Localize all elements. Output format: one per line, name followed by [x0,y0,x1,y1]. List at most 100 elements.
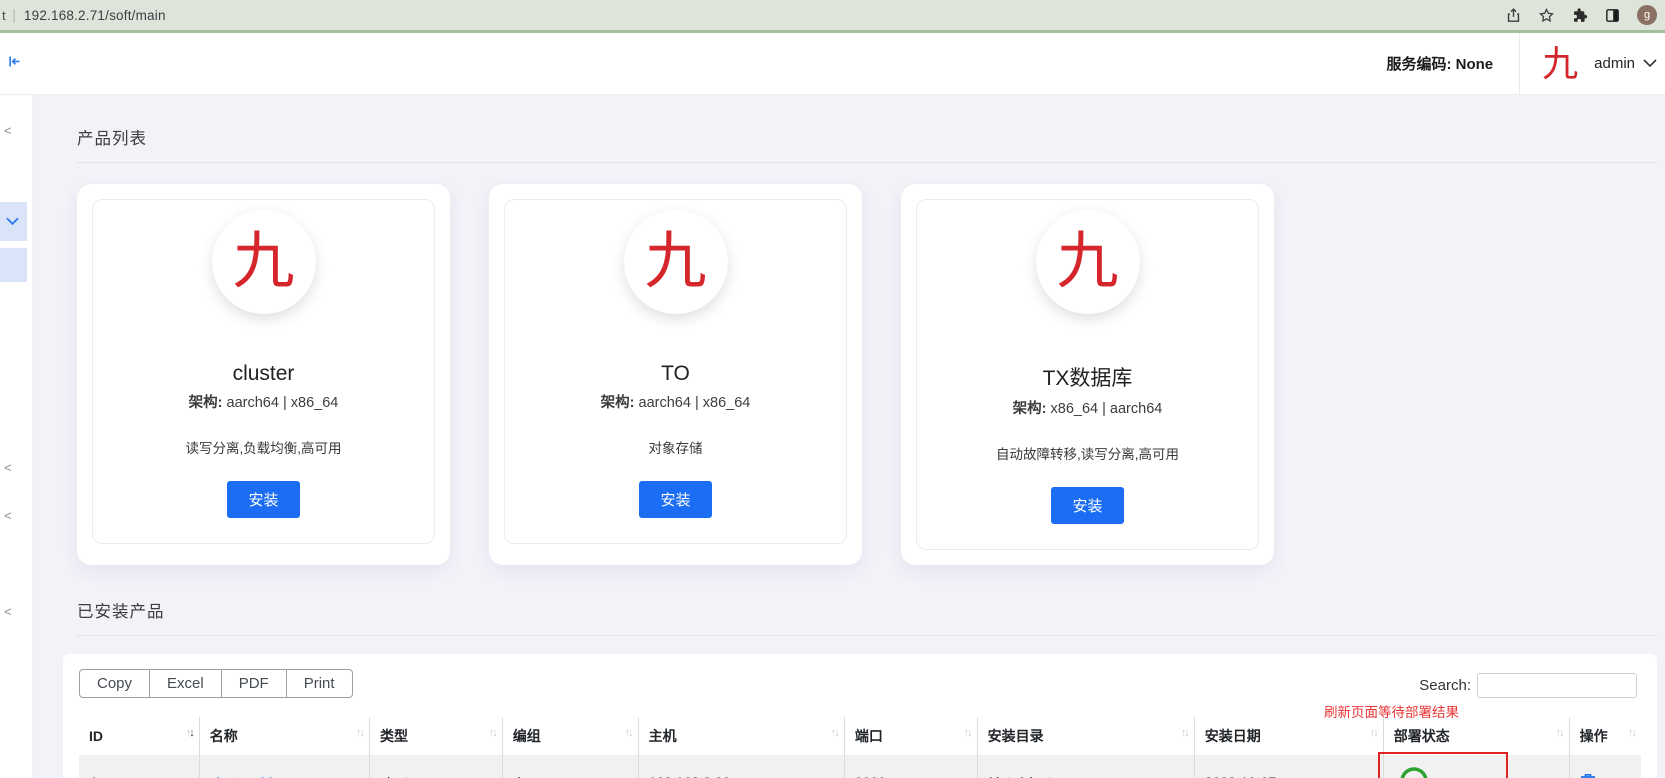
install-button[interactable]: 安装 [639,481,712,518]
cell-install-date: 2023-10-07 [1194,755,1384,778]
cell-host: 192.168.2.30 [638,755,845,778]
installed-section-title: 已安装产品 [77,603,165,621]
main-content: 产品列表 九 cluster 架构: aarch64 | x86_64 读写分离… [33,95,1665,778]
table-row: 4 cluster_30 cluster dev 192.168.2.30 99… [79,752,1641,778]
cell-port: 9999 [844,755,978,778]
product-arch: 架构: x86_64 | aarch64 [929,397,1246,418]
column-header-type[interactable]: 类型 ↑↓ [369,717,503,755]
app-header: 服务编码: None 九 admin [0,32,1665,95]
sort-icon[interactable]: ↑↓ [831,727,840,739]
sidebar-item-chevron-3[interactable]: < [4,508,12,523]
service-code-label: 服务编码: None [1386,56,1494,73]
cell-type: cluster [369,755,503,778]
product-logo-circle: 九 [1035,210,1140,314]
brand-logo: 九 [644,227,707,296]
column-header-install-dir[interactable]: 安装目录 ↑↓ [977,717,1195,755]
tab-fragment: t [2,7,6,23]
pdf-button[interactable]: PDF [221,669,287,698]
user-menu-label[interactable]: admin [1594,55,1635,72]
product-name: cluster [232,362,295,385]
loading-spinner-icon [1398,765,1430,778]
product-logo-circle: 九 [623,210,728,314]
product-description: 对象存储 [648,441,703,456]
column-header-port[interactable]: 端口 ↑↓ [844,717,978,755]
sidebar-item-chevron-4[interactable]: < [4,604,12,619]
cell-actions [1569,755,1641,778]
search-label: Search: [1419,677,1471,694]
sidebar-item-chevron-2[interactable]: < [4,460,12,475]
brand-logo: 九 [1542,42,1579,84]
extensions-puzzle-icon[interactable] [1571,7,1588,24]
installed-products-table: ID ↑↓ 名称 ↑↓ 类型 ↑↓ 编组 ↑↓ 主机 ↑↓ 端口 ↑↓ 安装目录 ↑↓ 安装日… [79,717,1641,778]
installed-table-card: Copy Excel PDF Print Search: 刷新页面等待部署结果 [63,654,1657,778]
table-toolbar: Copy Excel PDF Print Search: 刷新页面等待部署结果 [79,669,1641,720]
product-arch: 架构: aarch64 | x86_64 [105,391,422,412]
column-header-actions[interactable]: 操作 ↑↓ [1569,717,1641,755]
section-divider [77,162,1657,163]
sort-icon[interactable]: ↑↓ [625,727,634,739]
products-section-title: 产品列表 [77,130,147,148]
product-name: TX数据库 [1042,367,1133,390]
url-text[interactable]: 192.168.2.71/soft/main [24,8,166,23]
install-button[interactable]: 安装 [1051,487,1124,524]
column-header-id[interactable]: ID ↑↓ [79,717,200,755]
sort-icon[interactable]: ↑↓ [964,727,973,739]
bookmark-star-icon[interactable] [1538,7,1555,24]
product-name: TO [661,362,690,385]
sort-icon[interactable]: ↑↓ [1370,727,1379,739]
sort-icon[interactable]: ↑↓ [489,727,498,739]
column-header-host[interactable]: 主机 ↑↓ [638,717,845,755]
column-header-name[interactable]: 名称 ↑↓ [199,717,371,755]
search-input[interactable] [1477,673,1637,698]
sort-icon[interactable]: ↑↓ [186,727,195,739]
profile-avatar[interactable]: g [1637,5,1657,25]
table-header-row: ID ↑↓ 名称 ↑↓ 类型 ↑↓ 编组 ↑↓ 主机 ↑↓ 端口 ↑↓ 安装目录 ↑↓ 安装日… [79,717,1641,755]
sidebar-item-chevron-1[interactable]: < [4,123,12,138]
sidebar-item-active-2[interactable] [0,248,27,282]
arch-value: aarch64 | x86_64 [226,395,339,411]
product-description: 读写分离,负载均衡,高可用 [185,441,342,456]
side-panel-icon[interactable] [1604,7,1621,24]
sort-icon[interactable]: ↑↓ [1556,727,1565,739]
column-header-group[interactable]: 编组 ↑↓ [502,717,639,755]
cell-install-dir: /data/cluster [977,755,1195,778]
install-button[interactable]: 安装 [227,481,300,518]
product-logo-circle: 九 [211,210,316,314]
cell-group: dev [502,755,639,778]
product-description: 自动故障转移,读写分离,高可用 [995,447,1179,462]
sidebar: < < < < [0,95,33,778]
sidebar-item-active[interactable] [0,202,27,242]
section-divider [77,635,1657,636]
product-card-tx: 九 TX数据库 架构: x86_64 | aarch64 自动故障转移,读写分离… [901,184,1274,565]
delete-trash-icon[interactable] [1580,773,1596,778]
browser-address-bar: t | 192.168.2.71/soft/main g [0,0,1665,30]
product-detail-link[interactable]: cluster_30 [210,774,275,778]
sort-icon[interactable]: ↑↓ [1628,727,1637,739]
header-divider [1519,32,1521,95]
chevron-down-icon [6,217,19,226]
chevron-down-icon[interactable] [1643,59,1657,68]
sort-icon[interactable]: ↑↓ [1181,727,1190,739]
export-button-group: Copy Excel PDF Print [79,669,353,698]
product-card-cluster: 九 cluster 架构: aarch64 | x86_64 读写分离,负载均衡… [77,184,450,565]
excel-button[interactable]: Excel [150,669,222,698]
omnibox-separator: | [12,6,16,24]
cell-id: 4 [79,755,200,778]
arch-label: 架构: [188,395,223,411]
brand-logo: 九 [1056,227,1119,296]
arch-label: 架构: [600,395,635,411]
print-button[interactable]: Print [286,669,353,698]
brand-logo: 九 [232,227,295,296]
sidebar-collapse-icon[interactable] [7,54,22,74]
column-header-deploy-status[interactable]: 部署状态 ↑↓ [1383,717,1570,755]
cell-deploy-status [1377,752,1570,778]
product-cards-row: 九 cluster 架构: aarch64 | x86_64 读写分离,负载均衡… [77,184,1657,565]
sort-icon[interactable]: ↑↓ [356,727,365,739]
arch-value: aarch64 | x86_64 [638,395,751,411]
column-header-install-date[interactable]: 安装日期 ↑↓ [1194,717,1384,755]
product-arch: 架构: aarch64 | x86_64 [517,391,834,412]
arch-label: 架构: [1012,401,1047,417]
arch-value: x86_64 | aarch64 [1050,401,1163,417]
copy-button[interactable]: Copy [79,669,151,698]
share-icon[interactable] [1505,7,1522,24]
